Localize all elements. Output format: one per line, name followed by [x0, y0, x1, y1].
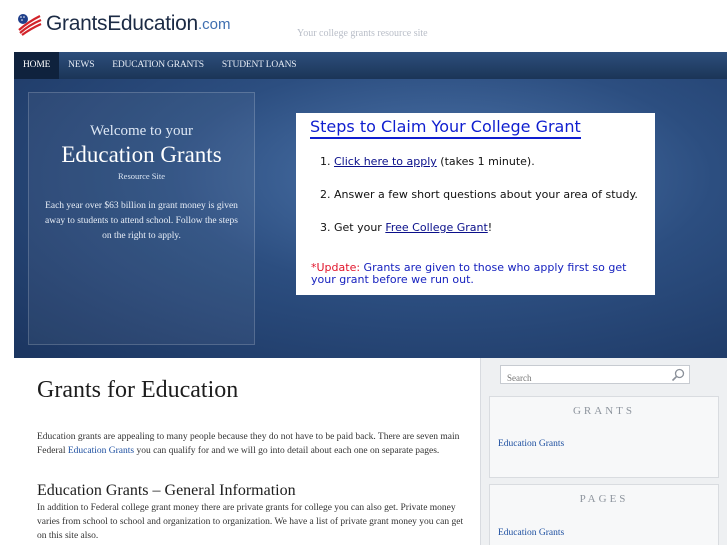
section-paragraph: In addition to Federal college grant mon…	[37, 503, 464, 541]
search-icon[interactable]	[671, 368, 685, 382]
site-tagline: Your college grants resource site	[297, 28, 428, 39]
section-title: Education Grants – General Information	[37, 482, 296, 499]
intro-text-end: you can qualify for and we will go into …	[134, 446, 440, 456]
hero-heading: Education Grants	[61, 142, 222, 167]
free-grant-link[interactable]: Free College Grant	[385, 221, 487, 234]
nav-home[interactable]: HOME	[14, 52, 60, 79]
apply-link[interactable]: Click here to apply	[334, 155, 437, 168]
hero-banner: Welcome to your Education Grants Resourc…	[14, 79, 727, 358]
hero-description: Each year over $63 billion in grant mone…	[45, 201, 238, 241]
widget-title-pages: PAGES	[579, 493, 629, 505]
welcome-text: Welcome to your	[90, 123, 193, 139]
main-content: Grants for Education Education grants ar…	[14, 358, 480, 545]
step-3-prefix: 3. Get your	[320, 221, 386, 234]
search-box	[500, 365, 690, 387]
page-title: Grants for Education	[37, 377, 239, 403]
logo-text: GrantsEducation	[46, 12, 198, 35]
grants-widget-link[interactable]: Education Grants	[498, 439, 564, 449]
hero-subheading: Resource Site	[118, 171, 165, 181]
intro-paragraph: Education grants are appealing to many p…	[37, 430, 467, 458]
sidebar: GRANTS Education Grants PAGES Education …	[480, 358, 727, 545]
steps-title: Steps to Claim Your College Grant	[310, 117, 581, 139]
site-header: GrantsEducation .com Your college grants …	[0, 0, 727, 50]
step-1: 1. Click here to apply (takes 1 minute).	[320, 155, 535, 168]
pages-widget: PAGES Education Grants	[489, 484, 719, 545]
flag-swoosh-icon	[18, 14, 42, 36]
grants-widget: GRANTS Education Grants	[489, 396, 719, 478]
step-1-number: 1.	[320, 155, 334, 168]
steps-box: Steps to Claim Your College Grant 1. Cli…	[296, 113, 655, 295]
pages-widget-link[interactable]: Education Grants	[498, 528, 564, 538]
step-3-suffix: !	[487, 221, 493, 234]
nav-news[interactable]: NEWS	[59, 52, 103, 79]
nav-student-loans[interactable]: STUDENT LOANS	[213, 52, 306, 79]
step-1-suffix: (takes 1 minute).	[436, 155, 535, 168]
education-grants-link[interactable]: Education Grants	[68, 446, 134, 456]
welcome-panel: Welcome to your Education Grants Resourc…	[28, 92, 255, 345]
nav-education-grants[interactable]: EDUCATION GRANTS	[103, 52, 213, 79]
step-2: 2. Answer a few short questions about yo…	[320, 188, 638, 201]
widget-title-grants: GRANTS	[572, 405, 635, 417]
update-notice: *Update: Grants are given to those who a…	[311, 262, 651, 286]
logo-suffix: .com	[197, 15, 231, 33]
search-input[interactable]	[501, 369, 661, 387]
main-nav: HOME NEWS EDUCATION GRANTS STUDENT LOANS	[14, 52, 727, 79]
site-logo[interactable]: GrantsEducation .com	[16, 12, 230, 36]
step-3: 3. Get your Free College Grant!	[320, 221, 492, 234]
